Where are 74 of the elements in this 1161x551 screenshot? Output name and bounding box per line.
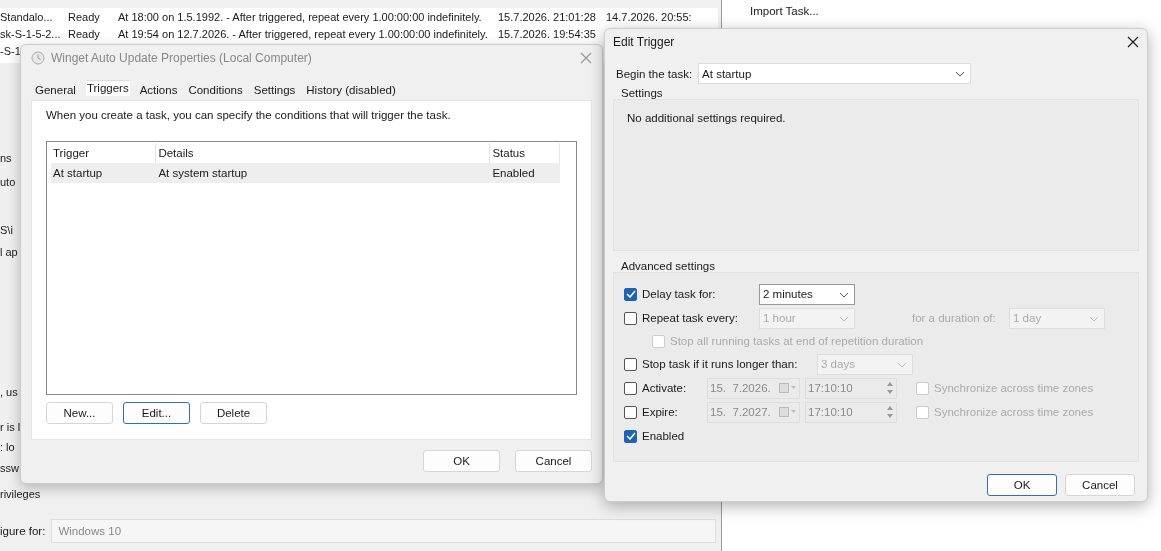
- text-fragment: uto: [0, 176, 16, 188]
- close-icon[interactable]: [1127, 36, 1139, 48]
- checkbox[interactable]: [624, 287, 637, 301]
- task-status: Ready: [68, 10, 101, 23]
- window-title: Edit Trigger: [613, 35, 675, 49]
- clock-icon: [31, 51, 45, 65]
- checkbox-label: Stop all running tasks at end of repetition duration: [670, 335, 924, 347]
- checkbox-label: Expire:: [642, 406, 679, 418]
- table-cell-text: At startup: [52, 167, 104, 179]
- text-fragment: : lo: [0, 441, 15, 453]
- caret-icon: [1089, 315, 1099, 322]
- task-name: Standalo...: [0, 10, 54, 23]
- task-last-run: 14.7.2026. 20:55:: [606, 10, 693, 23]
- group-title: Settings: [621, 87, 664, 99]
- checkbox[interactable]: [624, 381, 637, 395]
- dialog-button[interactable]: New...: [46, 402, 113, 424]
- checkbox[interactable]: [624, 357, 637, 371]
- dialog-button[interactable]: Cancel: [515, 450, 592, 472]
- caret-icon: [839, 315, 849, 322]
- text-fragment: S\i: [0, 224, 13, 236]
- calendar-dropdown-icon[interactable]: [779, 407, 797, 417]
- tab[interactable]: General: [34, 84, 77, 96]
- task-next-run: 15.7.2026. 21:01:28: [498, 10, 597, 23]
- checkbox-label: Synchronize across time zones: [934, 406, 1094, 418]
- task-triggers: At 18:00 on 1.5.1992. - After triggered, repeat every 1.00:00:00 indefinitely.: [118, 10, 483, 23]
- task-next-run: 15.7.2026. 19:54:35: [498, 27, 597, 40]
- checkbox-label: Synchronize across time zones: [934, 382, 1094, 394]
- checkbox-label: Delay task for:: [642, 288, 717, 300]
- dialog-button[interactable]: Cancel: [1065, 474, 1135, 496]
- duration-label: for a duration of:: [912, 312, 997, 324]
- tab[interactable]: Triggers: [85, 81, 130, 96]
- tab[interactable]: History (disabled): [305, 84, 397, 96]
- text-fragment: , us: [0, 386, 18, 398]
- caret-icon: [897, 361, 907, 368]
- settings-text: No additional settings required.: [627, 112, 786, 124]
- table-cell-text: At system startup: [157, 167, 249, 179]
- checkbox[interactable]: [624, 311, 637, 325]
- task-triggers: At 19:54 on 12.7.2026. - After triggered, repeat every 1.00:00:00 indefinitely.: [118, 27, 489, 40]
- task-status: Ready: [68, 27, 101, 40]
- dialog-button[interactable]: Edit...: [123, 402, 190, 424]
- text-fragment: ssw: [0, 462, 19, 474]
- task-name: sk-S-1-5-2...: [0, 27, 62, 40]
- dialog-button[interactable]: OK: [423, 450, 500, 472]
- checkbox-label: Activate:: [642, 382, 688, 394]
- checkbox-label: Enabled: [642, 430, 685, 442]
- dialog-button[interactable]: OK: [987, 474, 1057, 496]
- text-fragment: ns: [0, 152, 12, 164]
- checkbox-label: Repeat task every:: [642, 312, 739, 324]
- text-fragment: rivileges: [0, 488, 41, 500]
- tab[interactable]: Settings: [252, 84, 297, 96]
- text-fragment: r is l: [0, 421, 21, 433]
- checkbox[interactable]: [624, 429, 637, 443]
- begin-dropdown[interactable]: At startup: [698, 63, 972, 84]
- action-link[interactable]: Import Task...: [750, 5, 1161, 17]
- spin-arrows-icon[interactable]: [886, 380, 894, 396]
- group-title: Advanced settings: [621, 260, 716, 272]
- value-dropdown[interactable]: 2 minutes: [759, 283, 855, 305]
- spin-arrows-icon[interactable]: [886, 404, 894, 420]
- tab[interactable]: Conditions: [187, 84, 244, 96]
- caret-icon: [955, 71, 966, 77]
- description-text: When you create a task, you can specify the conditions that will trigger the task.: [46, 109, 452, 121]
- table-row[interactable]: At startup At system startup Enabled: [51, 163, 560, 183]
- configure-label: igure for:: [0, 525, 46, 537]
- begin-label: Begin the task:: [616, 67, 693, 80]
- calendar-dropdown-icon[interactable]: [779, 383, 797, 393]
- checkbox-label: Stop task if it runs longer than:: [642, 358, 799, 370]
- table-cell-text: Enabled: [491, 167, 536, 179]
- window-title: Winget Auto Update Properties (Local Computer): [51, 51, 313, 65]
- text-fragment: l ap: [0, 246, 18, 258]
- dialog-button[interactable]: Delete: [200, 402, 267, 424]
- task-name: -S-1: [0, 44, 22, 57]
- caret-icon: [839, 291, 849, 298]
- tab[interactable]: Actions: [138, 84, 179, 96]
- checkbox[interactable]: [624, 405, 637, 419]
